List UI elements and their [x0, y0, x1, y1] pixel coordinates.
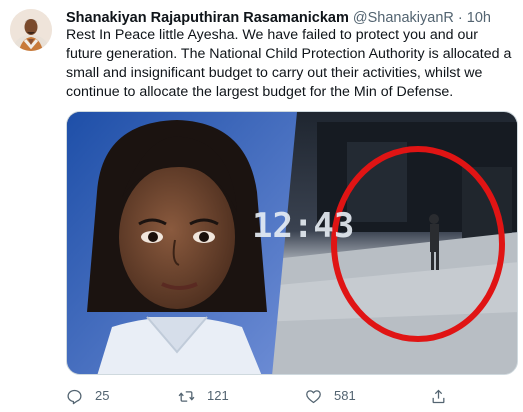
avatar[interactable] — [10, 9, 52, 51]
reply-count: 25 — [95, 388, 110, 403]
like-icon — [306, 389, 321, 403]
share-button[interactable] — [430, 386, 459, 406]
tweet-media-image[interactable]: 12:43 — [66, 111, 518, 375]
reply-icon — [67, 389, 82, 404]
like-button[interactable]: 581 — [305, 386, 356, 406]
media-photo: 12:43 — [67, 112, 517, 374]
cctv-timestamp-overlay: 12:43 — [252, 206, 354, 246]
share-icon — [432, 389, 445, 403]
author-name[interactable]: Shanakiyan Rajaputhiran Rasamanickam — [66, 10, 349, 26]
tweet-actions: 25 121 581 — [66, 386, 518, 406]
tweet-text: Rest In Peace little Ayesha. We have fai… — [66, 27, 512, 100]
retweet-icon — [178, 390, 195, 402]
reply-button[interactable]: 25 — [66, 386, 109, 406]
author-handle[interactable]: @ShanakiyanR — [353, 10, 454, 26]
tweet[interactable]: Shanakiyan Rajaputhiran Rasamanickam @Sh… — [0, 0, 523, 412]
tweet-header: Shanakiyan Rajaputhiran Rasamanickam @Sh… — [66, 9, 491, 27]
tweet-timestamp[interactable]: 10h — [467, 10, 491, 26]
like-count: 581 — [334, 388, 356, 403]
separator-dot: · — [457, 10, 463, 26]
retweet-count: 121 — [207, 388, 229, 403]
retweet-button[interactable]: 121 — [178, 386, 229, 406]
